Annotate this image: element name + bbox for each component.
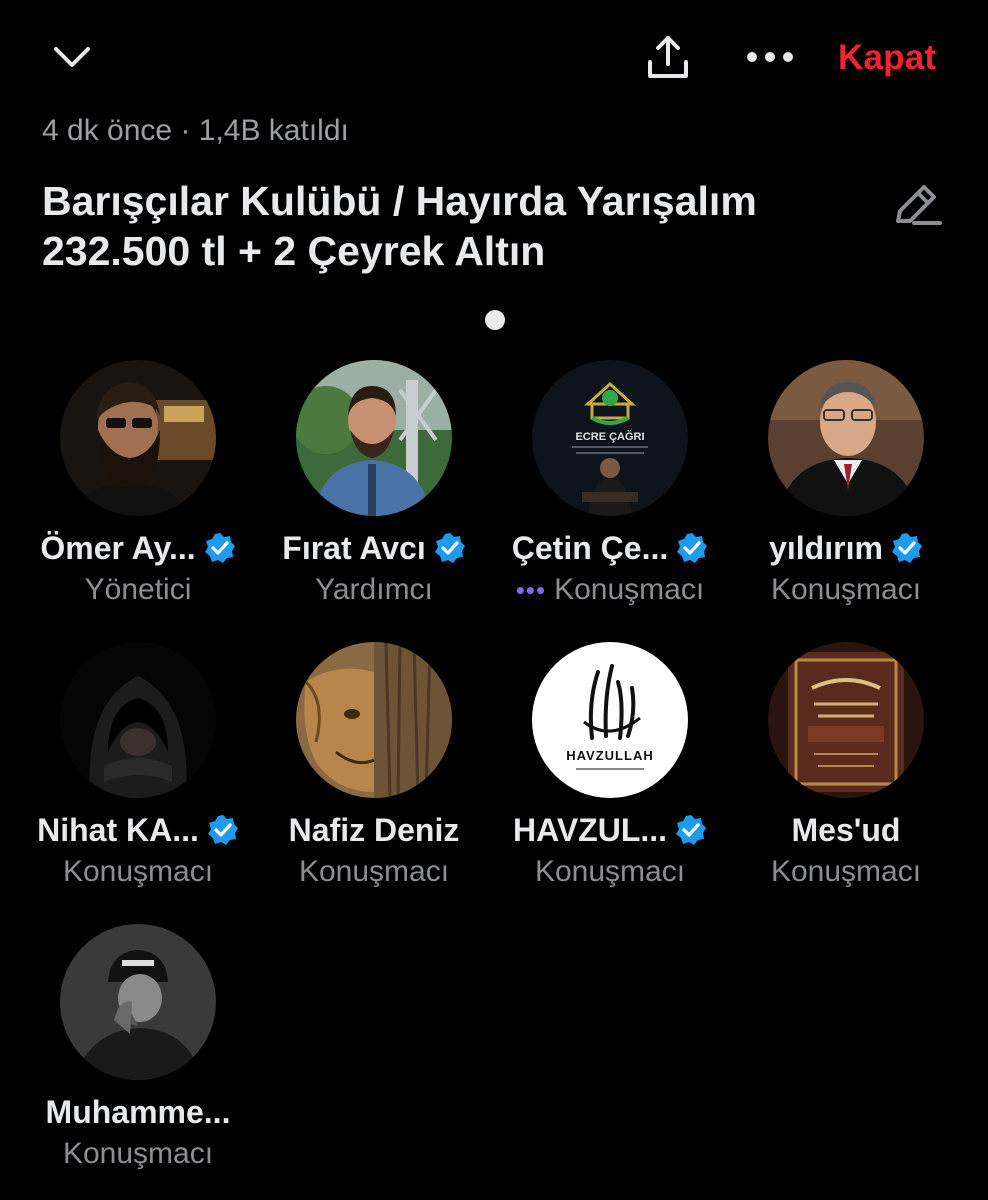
space-title-line2: 232.500 tl + 2 Çeyrek Altın: [42, 228, 546, 274]
avatar: [296, 642, 452, 798]
participant[interactable]: ECRE ÇAĞRI Çetin Çe... ••• Konuşmacı: [492, 360, 728, 610]
participant[interactable]: Muhamme... Konuşmacı: [20, 924, 256, 1174]
participant-name: Ömer Ay...: [40, 529, 196, 566]
avatar: [296, 360, 452, 516]
verified-badge-icon: [677, 533, 708, 563]
share-icon[interactable]: [636, 28, 700, 88]
participant[interactable]: Fırat Avcı Yardımcı: [256, 360, 492, 610]
avatar: [60, 360, 216, 516]
avatar: [60, 924, 216, 1080]
participant-role: Yönetici: [84, 573, 192, 606]
edit-icon[interactable]: [888, 178, 948, 230]
participant-name: Nafiz Deniz: [288, 811, 460, 848]
participant-name: Mes'ud: [791, 811, 901, 848]
verified-badge-icon: [207, 815, 238, 845]
participant[interactable]: HAVZULLAH HAVZUL... Konuşmacı: [492, 642, 728, 892]
participant-role: Konuşmacı: [62, 1137, 214, 1170]
space-title: Barışçılar Kulübü / Hayırda Yarışalım 23…: [42, 176, 872, 276]
participant[interactable]: Nihat KA... Konuşmacı: [20, 642, 256, 892]
more-icon[interactable]: [740, 34, 800, 80]
page-indicator-dot: [485, 310, 505, 330]
participant-role: Konuşmacı: [554, 573, 705, 606]
participant-role: Yardımcı: [315, 573, 433, 606]
participant[interactable]: Mes'ud Konuşmacı: [728, 642, 964, 892]
participant-name: Fırat Avcı: [282, 529, 426, 566]
avatar: ECRE ÇAĞRI: [532, 360, 688, 516]
participant-role: Konuşmacı: [534, 855, 686, 888]
avatar: [768, 642, 924, 798]
verified-badge-icon: [434, 533, 465, 563]
verified-badge-icon: [204, 533, 235, 563]
speaking-indicator-icon: •••: [515, 574, 547, 605]
space-meta: 4 dk önce · 1,4B katıldı: [42, 114, 349, 147]
participant-name: yıldırım: [769, 529, 883, 566]
participant-role: Konuşmacı: [298, 855, 450, 888]
participant[interactable]: yıldırım Konuşmacı: [728, 360, 964, 610]
participant[interactable]: Ömer Ay... Yönetici: [20, 360, 256, 610]
participant-name: Nihat KA...: [37, 811, 199, 848]
avatar: [60, 642, 216, 798]
space-title-line1: Barışçılar Kulübü / Hayırda Yarışalım: [42, 178, 757, 224]
participant-role: Konuşmacı: [770, 573, 922, 606]
participant-name: HAVZUL...: [512, 811, 668, 848]
top-bar: Kapat: [0, 0, 988, 120]
participant-role: Konuşmacı: [62, 855, 214, 888]
participant[interactable]: Nafiz Deniz Konuşmacı: [256, 642, 492, 892]
avatar: [768, 360, 924, 516]
participant-role: Konuşmacı: [770, 855, 922, 888]
havzullah-logo-text: HAVZULLAH: [566, 748, 653, 763]
ecre-cagri-text: ECRE ÇAĞRI: [575, 430, 644, 443]
participant-name: Çetin Çe...: [511, 529, 669, 566]
chevron-down-icon[interactable]: [44, 30, 100, 86]
close-button[interactable]: Kapat: [838, 38, 936, 78]
spaces-sheet: Kapat 4 dk önce · 1,4B katıldı Barışçıla…: [0, 0, 988, 1200]
participant-name: Muhamme...: [45, 1093, 231, 1130]
avatar: HAVZULLAH: [532, 642, 688, 798]
verified-badge-icon: [676, 815, 707, 845]
verified-badge-icon: [891, 533, 922, 563]
